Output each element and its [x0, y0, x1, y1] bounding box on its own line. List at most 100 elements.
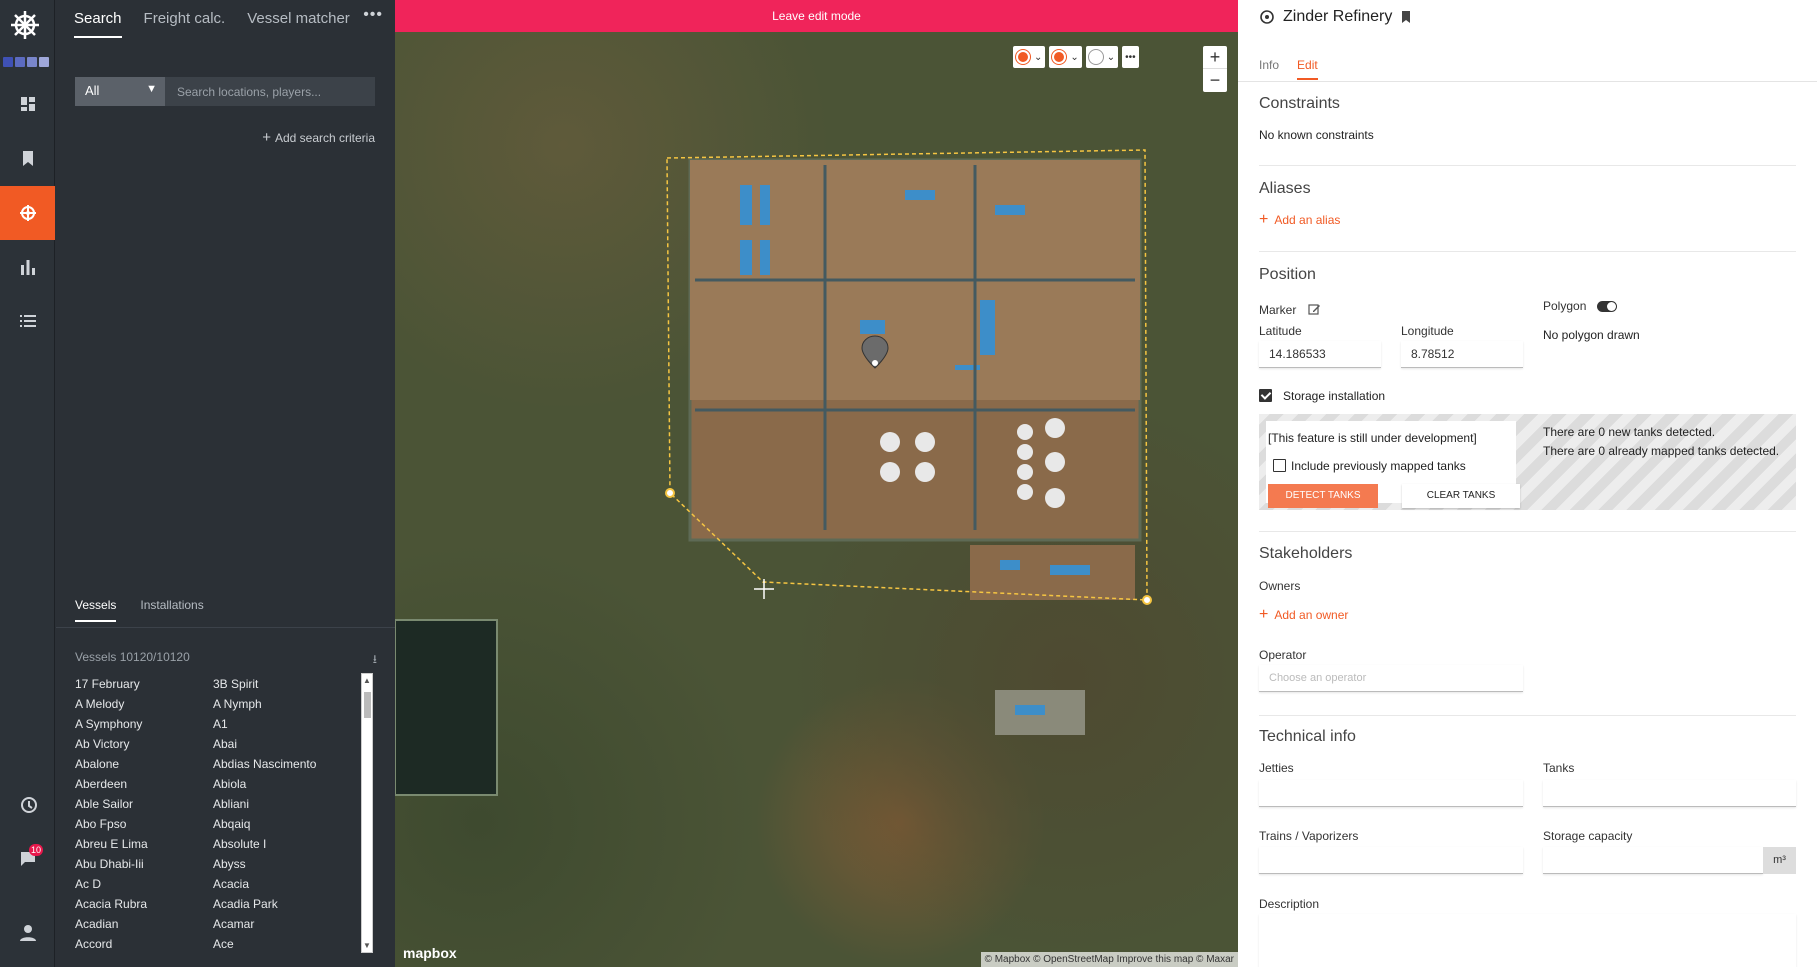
- marker-draw-control[interactable]: ⌄: [1013, 46, 1046, 68]
- vessel-list-item[interactable]: Able Sailor: [75, 794, 213, 814]
- storage-installation-checkbox[interactable]: [1259, 389, 1272, 402]
- tab-search[interactable]: Search: [74, 0, 122, 38]
- vessel-list-item[interactable]: Abliani: [213, 794, 355, 814]
- vessel-list-item[interactable]: Acacia: [213, 874, 355, 894]
- vessel-list-item[interactable]: A Melody: [75, 694, 213, 714]
- helm-logo-icon[interactable]: [10, 10, 40, 40]
- plus-icon: +: [1259, 606, 1269, 623]
- latitude-input[interactable]: [1259, 341, 1381, 368]
- include-mapped-label: Include previously mapped tanks: [1291, 459, 1466, 473]
- messages-icon[interactable]: 10: [0, 832, 55, 886]
- satellite-map[interactable]: Leave edit mode ⌄ ⌄ ⌄ ••• + − mapbox © M…: [395, 0, 1238, 967]
- vessel-list-item[interactable]: A1: [213, 714, 355, 734]
- bookmark-icon[interactable]: [1400, 10, 1412, 24]
- vessel-list-item[interactable]: Acamar: [213, 914, 355, 934]
- vessel-list-item[interactable]: Ab Victory: [75, 734, 213, 754]
- add-owner-button[interactable]: + Add an owner: [1259, 606, 1348, 624]
- download-icon[interactable]: ⭳: [373, 650, 377, 671]
- tanks-input[interactable]: [1543, 780, 1796, 807]
- vessel-list-item[interactable]: Abai: [213, 734, 355, 754]
- dashboard-icon[interactable]: [0, 77, 55, 131]
- polygon-draw-control[interactable]: ⌄: [1049, 46, 1082, 68]
- add-search-criteria-button[interactable]: + Add search criteria: [262, 129, 375, 146]
- add-alias-button[interactable]: + Add an alias: [1259, 211, 1340, 229]
- vessel-list-item[interactable]: Aberdeen: [75, 774, 213, 794]
- user-icon[interactable]: [0, 906, 55, 960]
- vessel-list-item[interactable]: 3B Spirit: [213, 674, 355, 694]
- vessel-list-item[interactable]: Abreu E Lima: [75, 834, 213, 854]
- search-input[interactable]: [165, 77, 375, 106]
- vessel-list-item[interactable]: Abqaiq: [213, 814, 355, 834]
- chevron-down-icon[interactable]: ⌄: [1034, 52, 1042, 63]
- scroll-up-icon[interactable]: ▲: [363, 676, 371, 685]
- scroll-thumb[interactable]: [364, 692, 371, 718]
- constraints-title: Constraints: [1259, 95, 1340, 112]
- notification-badge: 10: [29, 844, 44, 856]
- history-icon[interactable]: [0, 778, 55, 832]
- add-alias-label: Add an alias: [1274, 213, 1341, 227]
- trains-input[interactable]: [1259, 847, 1523, 874]
- divider: [1259, 251, 1796, 252]
- vessel-list-scrollbar[interactable]: ▲ ▼: [361, 673, 373, 953]
- more-options-icon[interactable]: •••: [363, 6, 383, 24]
- marker-label: Marker: [1259, 303, 1297, 317]
- vessel-list-item[interactable]: Acadia Park: [213, 894, 355, 914]
- clear-tanks-button[interactable]: CLEAR TANKS: [1402, 484, 1520, 508]
- storage-capacity-input[interactable]: [1543, 847, 1763, 874]
- vessel-list-item[interactable]: Acacia Rubra: [75, 894, 213, 914]
- vessel-list-item[interactable]: Ac D: [75, 874, 213, 894]
- list-icon[interactable]: [0, 294, 55, 348]
- map-attribution[interactable]: © Mapbox © OpenStreetMap Improve this ma…: [980, 952, 1238, 967]
- detect-tanks-button[interactable]: DETECT TANKS: [1268, 484, 1378, 508]
- divider: [1259, 531, 1796, 532]
- search-filter-select[interactable]: All ▼: [75, 77, 165, 106]
- tab-vessel-matcher[interactable]: Vessel matcher: [247, 0, 350, 38]
- vessel-list-item[interactable]: Abu Dhabi-Iii: [75, 854, 213, 874]
- vessel-list-item[interactable]: Absolute I: [213, 834, 355, 854]
- bookmark-icon[interactable]: [0, 131, 55, 185]
- helm-search-icon[interactable]: [0, 186, 55, 240]
- tab-installations[interactable]: Installations: [140, 598, 203, 622]
- tab-info[interactable]: Info: [1259, 58, 1279, 80]
- leave-edit-mode-button[interactable]: Leave edit mode: [395, 0, 1238, 32]
- map-more-icon[interactable]: •••: [1122, 46, 1139, 68]
- vessel-list-item[interactable]: Abo Fpso: [75, 814, 213, 834]
- jetties-input[interactable]: [1259, 780, 1523, 807]
- description-input[interactable]: [1259, 914, 1796, 967]
- bar-chart-icon[interactable]: [0, 240, 55, 294]
- vessel-list-item[interactable]: Acadian: [75, 914, 213, 934]
- operator-input[interactable]: [1259, 665, 1523, 692]
- divider: [1238, 81, 1817, 82]
- polygon-toggle[interactable]: [1597, 301, 1617, 312]
- vessel-list-item[interactable]: A Nymph: [213, 694, 355, 714]
- polygon-label: Polygon: [1543, 299, 1587, 313]
- search-panel: Search Freight calc. Vessel matcher ••• …: [56, 0, 395, 967]
- chevron-down-icon[interactable]: ⌄: [1070, 52, 1078, 63]
- divider: [1259, 715, 1796, 716]
- storage-installation-label: Storage installation: [1283, 389, 1386, 403]
- vessel-list-item[interactable]: Abiola: [213, 774, 355, 794]
- vessel-list-item[interactable]: Abyss: [213, 854, 355, 874]
- vessel-count: Vessels 10120/10120: [75, 650, 190, 664]
- zoom-out-button[interactable]: −: [1203, 69, 1227, 92]
- vessel-list-item[interactable]: Abdias Nascimento: [213, 754, 355, 774]
- zoom-in-button[interactable]: +: [1203, 46, 1227, 69]
- edit-marker-icon[interactable]: [1308, 303, 1321, 316]
- tab-edit[interactable]: Edit: [1297, 58, 1318, 80]
- vessel-list-item[interactable]: A Symphony: [75, 714, 213, 734]
- tab-vessels[interactable]: Vessels: [75, 598, 117, 622]
- tanks-label: Tanks: [1543, 761, 1575, 775]
- longitude-input[interactable]: [1401, 341, 1523, 368]
- add-search-criteria-label: Add search criteria: [274, 131, 375, 145]
- scroll-down-icon[interactable]: ▼: [363, 941, 371, 950]
- include-mapped-checkbox[interactable]: [1273, 459, 1286, 472]
- circle-draw-control[interactable]: ⌄: [1085, 46, 1119, 68]
- chevron-down-icon[interactable]: ⌄: [1107, 52, 1115, 63]
- zoom-control: + −: [1203, 46, 1227, 92]
- vessel-list-item[interactable]: Ace: [213, 934, 355, 954]
- tab-freight-calc[interactable]: Freight calc.: [144, 0, 226, 38]
- vessel-list-item[interactable]: Accord: [75, 934, 213, 954]
- vessel-list-item[interactable]: 17 February: [75, 674, 213, 694]
- map-draw-controls: ⌄ ⌄ ⌄ •••: [1013, 46, 1139, 68]
- vessel-list-item[interactable]: Abalone: [75, 754, 213, 774]
